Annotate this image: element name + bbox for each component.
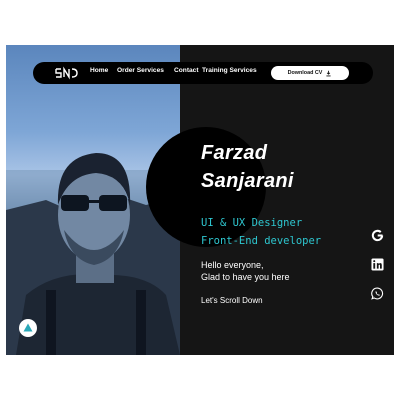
last-name: Sanjarani: [201, 170, 294, 192]
nav-link-order-services[interactable]: Order Services: [117, 67, 164, 74]
logo-mark-icon: [55, 66, 78, 80]
hero-section: Home Order Services Contact Training Ser…: [6, 45, 394, 355]
nav-link-home[interactable]: Home: [90, 67, 108, 74]
social-bar: [360, 45, 394, 355]
nav-link-training-services[interactable]: Training Services: [202, 67, 257, 74]
download-icon: [326, 70, 331, 76]
logo[interactable]: [53, 65, 79, 81]
scroll-top-button[interactable]: [19, 319, 37, 337]
download-cv-button[interactable]: Download CV: [271, 66, 349, 80]
download-cv-label: Download CV: [287, 70, 323, 76]
role-title-2: Front-End developer: [201, 235, 322, 247]
nav-link-contact[interactable]: Contact: [174, 67, 199, 74]
linkedin-icon[interactable]: [369, 256, 385, 272]
greeting-line-2: Glad to have you here: [201, 272, 290, 282]
role-title-1: UI & UX Designer: [201, 217, 303, 229]
scroll-down-link[interactable]: Let's Scroll Down: [201, 296, 263, 305]
triangle-up-icon: [23, 323, 33, 332]
greeting-line-1: Hello everyone,: [201, 260, 264, 270]
google-icon[interactable]: [369, 227, 385, 243]
navbar: Home Order Services Contact Training Ser…: [33, 62, 373, 84]
first-name: Farzad: [201, 142, 268, 164]
whatsapp-icon[interactable]: [369, 285, 385, 301]
